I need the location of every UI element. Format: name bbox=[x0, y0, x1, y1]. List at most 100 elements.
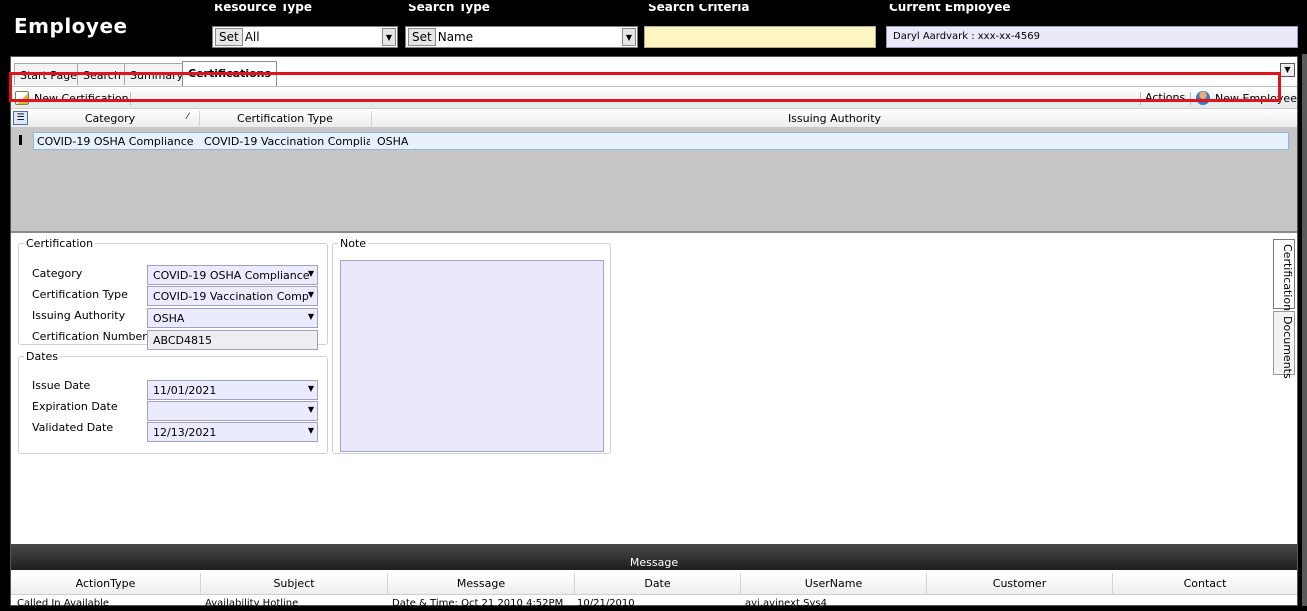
chevron-down-icon[interactable]: ▼ bbox=[308, 384, 314, 393]
column-header-date[interactable]: Date bbox=[575, 577, 740, 590]
cell-date: 10/21/2010 bbox=[577, 598, 635, 608]
issuing-authority-value: OSHA bbox=[153, 312, 185, 325]
issue-date-value: 11/01/2021 bbox=[153, 384, 217, 397]
new-document-icon bbox=[15, 91, 29, 105]
column-header-issuing-authority[interactable]: Issuing Authority bbox=[372, 112, 1297, 125]
grid-options-icon[interactable]: ☰ bbox=[13, 111, 28, 125]
cell-username: avi.avinext.Sys4 bbox=[745, 598, 827, 608]
app-header: Employee Resource Type Set All ▼ Search … bbox=[0, 0, 1307, 54]
tab-menu-icon[interactable]: ▼ bbox=[1280, 63, 1295, 77]
category-value: COVID-19 OSHA Compliance bbox=[153, 269, 310, 282]
issue-date-picker[interactable]: 11/01/2021 ▼ bbox=[147, 380, 318, 400]
cell-message: Date & Time: Oct 21 2010 4:52PM bbox=[392, 598, 564, 608]
cell-category: COVID-19 OSHA Compliance bbox=[37, 135, 194, 148]
validated-date-picker[interactable]: 12/13/2021 ▼ bbox=[147, 422, 318, 442]
tab-bar: Start Page Search Summary Certifications… bbox=[11, 57, 1297, 87]
resource-type-select[interactable]: Set All ▼ bbox=[212, 26, 398, 48]
cell-certification-type: COVID-19 Vaccination Complian bbox=[204, 135, 370, 148]
expiration-date-picker[interactable]: ▼ bbox=[147, 401, 318, 421]
certification-number-label: Certification Number bbox=[32, 330, 147, 343]
certification-type-value: COVID-19 Vaccination Comp bbox=[153, 290, 309, 303]
actions-label: Actions bbox=[1145, 91, 1186, 104]
certification-legend: Certification bbox=[26, 237, 94, 250]
table-row[interactable]: COVID-19 OSHA Compliance COVID-19 Vaccin… bbox=[33, 132, 1289, 150]
new-employee-label: New Employee bbox=[1215, 91, 1297, 105]
certification-group: Certification Category COVID-19 OSHA Com… bbox=[18, 237, 328, 350]
tab-start-page[interactable]: Start Page bbox=[14, 63, 83, 85]
chevron-down-icon[interactable]: ▼ bbox=[308, 269, 314, 278]
tab-certifications[interactable]: Certifications bbox=[182, 61, 278, 86]
note-legend: Note bbox=[340, 237, 367, 250]
chevron-down-icon[interactable]: ▼ bbox=[382, 28, 396, 46]
actions-menu[interactable]: Actions bbox=[1145, 91, 1185, 104]
chevron-down-icon[interactable]: ▼ bbox=[308, 405, 314, 414]
category-select[interactable]: COVID-19 OSHA Compliance ▼ bbox=[147, 265, 318, 285]
chevron-down-icon[interactable]: ▼ bbox=[308, 426, 314, 435]
sort-icon: ⁄ bbox=[187, 112, 189, 122]
dates-group: Dates Issue Date 11/01/2021 ▼ Expiration… bbox=[18, 350, 328, 454]
message-panel-header: Message bbox=[11, 544, 1297, 570]
certification-type-select[interactable]: COVID-19 Vaccination Comp ▼ bbox=[147, 286, 318, 306]
main-panel: Start Page Search Summary Certifications… bbox=[10, 56, 1298, 608]
category-label: Category bbox=[32, 267, 83, 280]
tab-summary[interactable]: Summary bbox=[124, 63, 190, 85]
note-group: Note bbox=[332, 237, 611, 454]
row-selector-icon bbox=[19, 135, 22, 145]
window-edge bbox=[1302, 54, 1307, 606]
certifications-grid: ☰ Category ⁄ Certification Type Issuing … bbox=[11, 110, 1297, 233]
issue-date-label: Issue Date bbox=[32, 379, 91, 392]
column-header-category[interactable]: Category bbox=[35, 112, 185, 125]
cell-issuing-authority: OSHA bbox=[377, 135, 409, 148]
detail-panel: Certification Category COVID-19 OSHA Com… bbox=[11, 235, 1297, 543]
search-type-set-button[interactable]: Set bbox=[408, 28, 436, 46]
toolbar: New Certification Actions New Employee bbox=[11, 88, 1297, 109]
window-edge bbox=[1302, 0, 1307, 54]
message-grid-header: ActionType Subject Message Date UserName… bbox=[11, 573, 1297, 595]
note-textarea[interactable] bbox=[340, 260, 604, 452]
column-header-customer[interactable]: Customer bbox=[927, 577, 1112, 590]
validated-date-label: Validated Date bbox=[32, 421, 114, 434]
column-header-certification-type[interactable]: Certification Type bbox=[200, 112, 370, 125]
current-employee-label: Current Employee bbox=[889, 4, 1011, 14]
resource-type-set-button[interactable]: Set bbox=[215, 28, 243, 46]
toolbar-divider bbox=[130, 92, 131, 105]
column-header-message[interactable]: Message bbox=[388, 577, 574, 590]
chevron-down-icon[interactable]: ▼ bbox=[308, 290, 314, 299]
resource-type-value: All bbox=[244, 30, 260, 44]
new-certification-label: New Certification bbox=[34, 91, 129, 105]
grid-header: ☰ Category ⁄ Certification Type Issuing … bbox=[11, 110, 1297, 128]
expiration-date-label: Expiration Date bbox=[32, 400, 118, 413]
search-type-select[interactable]: Set Name ▼ bbox=[405, 26, 638, 48]
toolbar-divider bbox=[1190, 92, 1191, 105]
column-header-action-type[interactable]: ActionType bbox=[11, 577, 200, 590]
toolbar-divider bbox=[1140, 92, 1141, 105]
search-type-label: Search Type bbox=[408, 4, 490, 14]
column-header-contact[interactable]: Contact bbox=[1113, 577, 1297, 590]
add-user-icon bbox=[1196, 91, 1210, 105]
current-employee-field: Daryl Aardvark : xxx-xx-4569 bbox=[886, 26, 1298, 48]
search-type-value: Name bbox=[437, 30, 474, 44]
search-criteria-label: Search Criteria bbox=[648, 4, 750, 14]
resource-type-label: Resource Type bbox=[214, 4, 312, 14]
issuing-authority-label: Issuing Authority bbox=[32, 309, 126, 322]
cell-subject: Availability Hotline bbox=[205, 598, 299, 608]
column-header-subject[interactable]: Subject bbox=[201, 577, 387, 590]
side-tab-documents[interactable]: Documents bbox=[1273, 311, 1295, 379]
side-tab-certification[interactable]: Certification bbox=[1273, 239, 1295, 311]
tab-search[interactable]: Search bbox=[77, 63, 127, 85]
new-certification-button[interactable]: New Certification bbox=[15, 91, 129, 105]
chevron-down-icon[interactable]: ▼ bbox=[308, 312, 314, 321]
validated-date-value: 12/13/2021 bbox=[153, 426, 217, 439]
new-employee-button[interactable]: New Employee bbox=[1196, 91, 1297, 105]
issuing-authority-select[interactable]: OSHA ▼ bbox=[147, 308, 318, 328]
column-header-username[interactable]: UserName bbox=[741, 577, 926, 590]
dates-legend: Dates bbox=[26, 350, 59, 363]
app-title: Employee bbox=[14, 14, 128, 38]
message-title: Message bbox=[629, 556, 679, 569]
cell-action-type: Called In Available bbox=[17, 598, 110, 608]
table-row[interactable]: Called In Available Availability Hotline… bbox=[11, 596, 1297, 608]
chevron-down-icon[interactable]: ▼ bbox=[622, 28, 636, 46]
certification-type-label: Certification Type bbox=[32, 288, 128, 301]
certification-number-field[interactable]: ABCD4815 bbox=[147, 330, 318, 350]
search-criteria-input[interactable] bbox=[644, 26, 876, 48]
